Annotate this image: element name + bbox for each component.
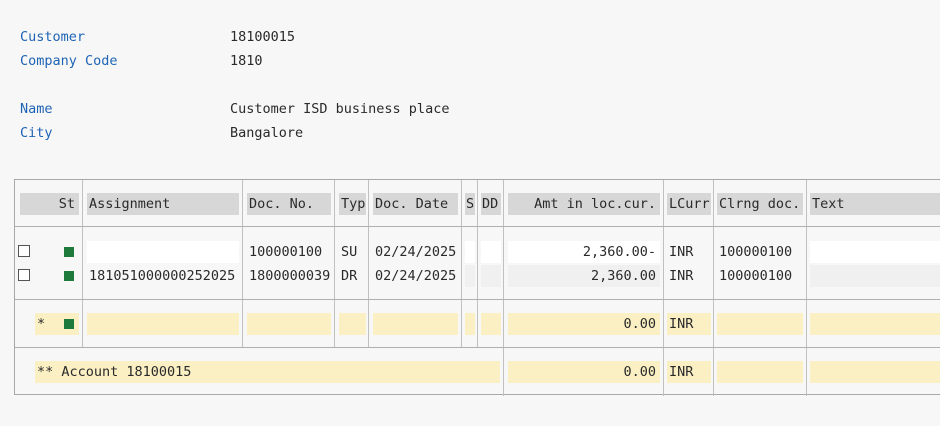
- company-code-value: 1810: [230, 53, 263, 69]
- col-header-assignment[interactable]: Assignment: [87, 193, 239, 215]
- row2-text: [810, 265, 940, 287]
- subtotal-type: [339, 313, 366, 335]
- city-label: City: [20, 125, 53, 141]
- account-total-clearing-doc: [717, 361, 803, 383]
- row1-doc-no[interactable]: 100000100: [247, 241, 331, 263]
- col-header-clearing-doc[interactable]: Clrng doc.: [717, 193, 803, 215]
- account-total-lcurr: INR: [667, 361, 711, 383]
- col-separator: [368, 180, 369, 347]
- company-code-label: Company Code: [20, 53, 118, 69]
- row2-assignment[interactable]: 181051000000252025: [87, 265, 239, 287]
- city-value: Bangalore: [230, 125, 304, 141]
- col-header-text[interactable]: Text: [810, 193, 940, 215]
- row2-type: DR: [341, 268, 358, 284]
- subtotal-text: [810, 313, 940, 335]
- subtotal-amount: 0.00: [508, 313, 660, 335]
- row1-assignment[interactable]: [87, 241, 239, 263]
- col-separator: [477, 180, 478, 347]
- row2-lcurr: INR: [669, 268, 694, 284]
- col-header-s[interactable]: S: [465, 193, 475, 215]
- name-value: Customer ISD business place: [230, 101, 450, 117]
- col-header-lcurr[interactable]: LCurr: [667, 193, 711, 215]
- subtotal-s: [465, 313, 475, 335]
- col-separator: [82, 180, 83, 347]
- row1-lcurr: INR: [669, 244, 694, 260]
- row1-dd: [481, 241, 501, 263]
- subtotal-doc-date: [373, 313, 458, 335]
- status-green-icon: [64, 319, 74, 329]
- status-green-icon: [64, 247, 74, 257]
- row2-dd: [481, 265, 501, 287]
- row1-text: [810, 241, 940, 263]
- col-header-doc-no[interactable]: Doc. No.: [247, 193, 331, 215]
- subtotal-doc-no: [247, 313, 331, 335]
- col-separator: [663, 180, 664, 396]
- name-label: Name: [20, 101, 53, 117]
- row2-clearing-doc[interactable]: 100000100: [717, 265, 803, 287]
- row1-clearing-doc[interactable]: 100000100: [717, 241, 803, 263]
- col-header-type[interactable]: Typ: [339, 193, 366, 215]
- row1-s: [465, 241, 475, 263]
- customer-value: 18100015: [230, 29, 296, 45]
- col-header-doc-date[interactable]: Doc. Date: [373, 193, 458, 215]
- account-total-text: [810, 361, 940, 383]
- subtotal-lcurr: INR: [667, 313, 711, 335]
- col-separator: [461, 180, 462, 347]
- line-items-grid: St Assignment Doc. No. Typ Doc. Date S D…: [14, 179, 940, 396]
- row1-amount: 2,360.00-: [508, 241, 660, 263]
- customer-label: Customer: [20, 29, 86, 45]
- col-header-dd[interactable]: DD: [481, 193, 501, 215]
- col-separator: [503, 180, 504, 396]
- col-separator: [806, 180, 807, 396]
- subtotal-assignment: [87, 313, 239, 335]
- row2-doc-date: 02/24/2025: [375, 268, 457, 284]
- account-total-amount: 0.00: [508, 361, 660, 383]
- row-separator: [15, 347, 940, 348]
- row-select-checkbox[interactable]: [18, 245, 30, 257]
- row-select-checkbox[interactable]: [18, 269, 30, 281]
- col-separator: [713, 180, 714, 396]
- col-separator: [334, 180, 335, 347]
- col-separator: [242, 180, 243, 347]
- row1-type: SU: [341, 244, 358, 260]
- row-separator: [15, 226, 940, 227]
- row2-s: [465, 265, 475, 287]
- account-total-label: ** Account 18100015: [35, 361, 500, 383]
- row1-doc-date: 02/24/2025: [375, 244, 457, 260]
- row2-doc-no[interactable]: 1800000039: [247, 265, 331, 287]
- col-header-status[interactable]: St: [20, 193, 79, 215]
- status-green-icon: [64, 271, 74, 281]
- row-separator: [15, 299, 940, 300]
- subtotal-dd: [481, 313, 501, 335]
- subtotal-clearing-doc: [717, 313, 803, 335]
- col-header-amount[interactable]: Amt in loc.cur.: [508, 193, 660, 215]
- row2-amount: 2,360.00: [508, 265, 660, 287]
